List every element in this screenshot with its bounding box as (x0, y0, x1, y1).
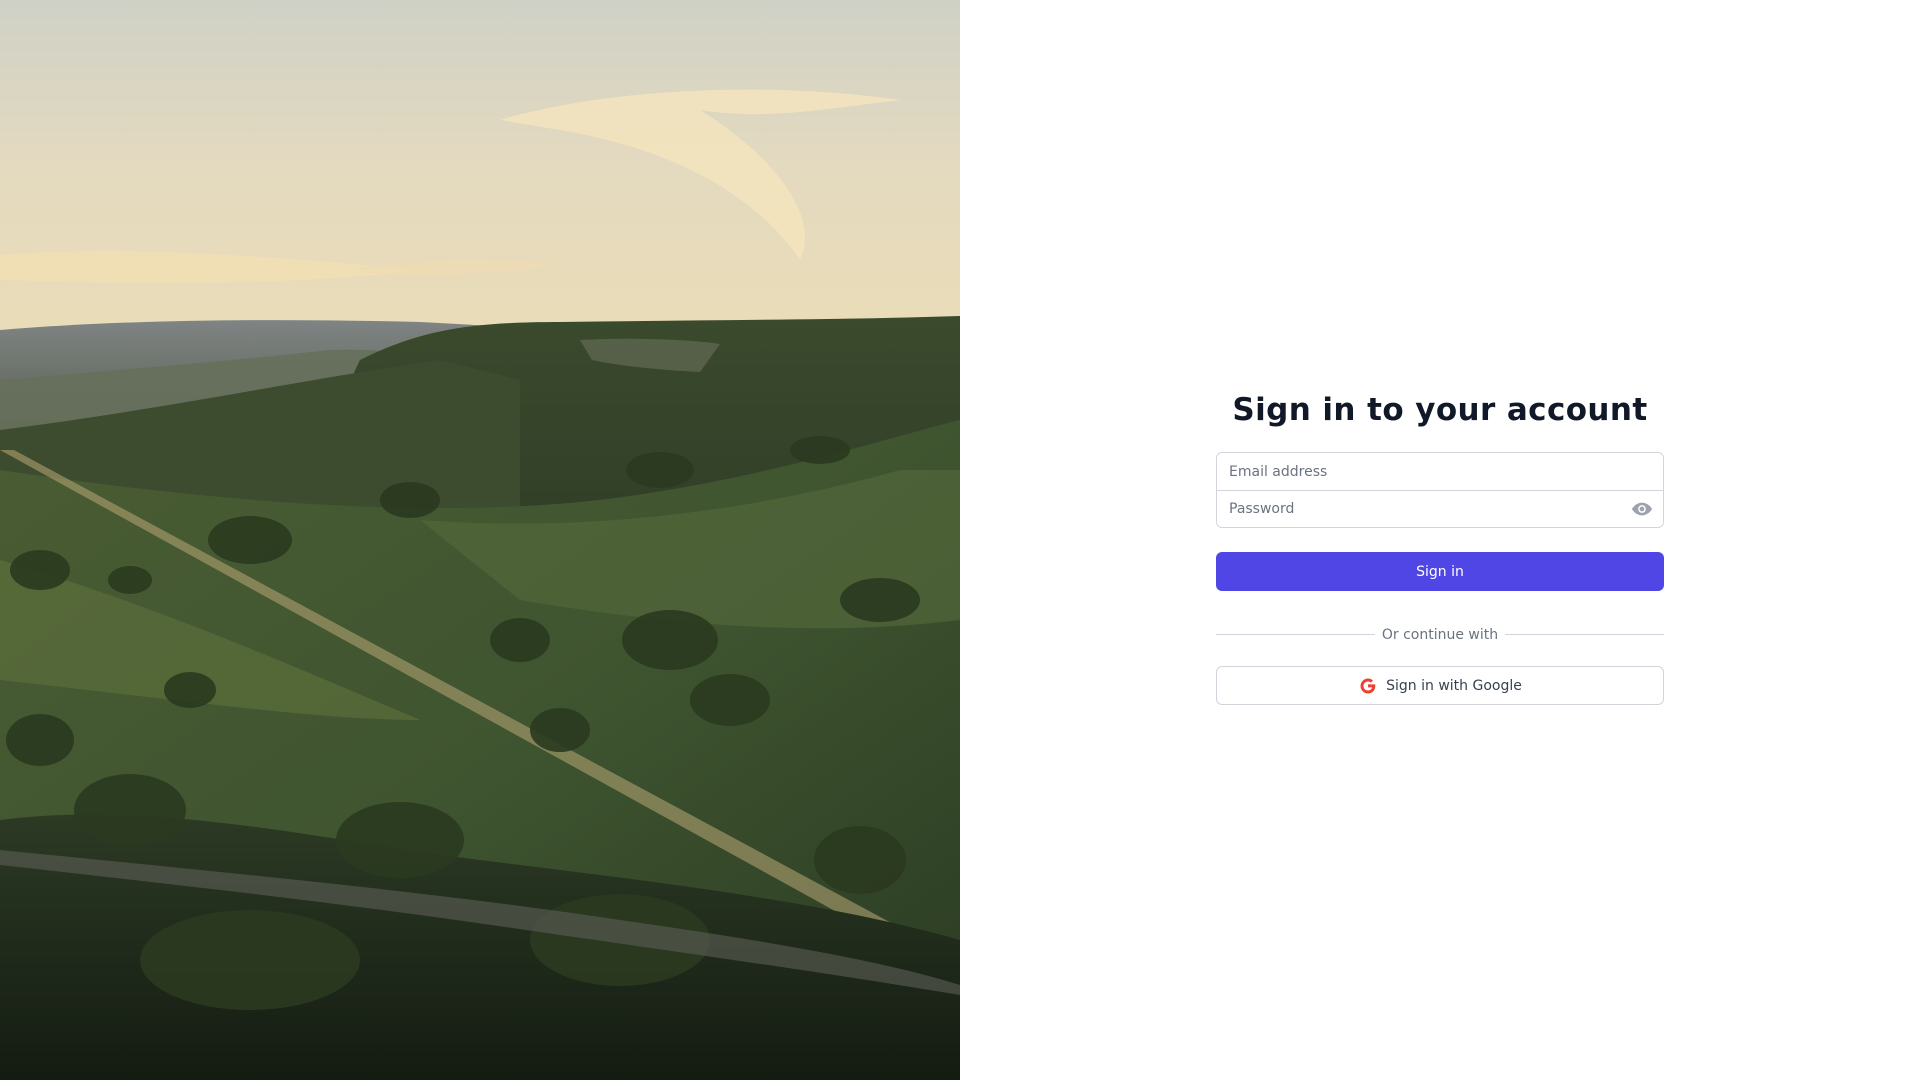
credentials-group (1216, 452, 1664, 528)
google-icon (1358, 676, 1378, 696)
sign-in-button[interactable]: Sign in (1216, 552, 1664, 591)
login-form: Sign in to your account Sign in Or conti (1216, 390, 1664, 705)
email-field-wrapper (1217, 453, 1663, 490)
or-divider: Or continue with (1216, 624, 1664, 645)
login-panel: Sign in to your account Sign in Or conti (960, 0, 1920, 1080)
page-title: Sign in to your account (1232, 392, 1648, 428)
divider-text: Or continue with (1374, 625, 1506, 645)
google-sign-in-button[interactable]: Sign in with Google (1216, 666, 1664, 705)
landscape-illustration (0, 0, 960, 1080)
password-input[interactable] (1217, 491, 1663, 527)
landscape-hero-image (0, 0, 960, 1080)
eye-icon[interactable] (1631, 501, 1653, 517)
google-button-label: Sign in with Google (1386, 677, 1522, 694)
email-input[interactable] (1217, 453, 1663, 490)
password-field-wrapper (1217, 490, 1663, 527)
